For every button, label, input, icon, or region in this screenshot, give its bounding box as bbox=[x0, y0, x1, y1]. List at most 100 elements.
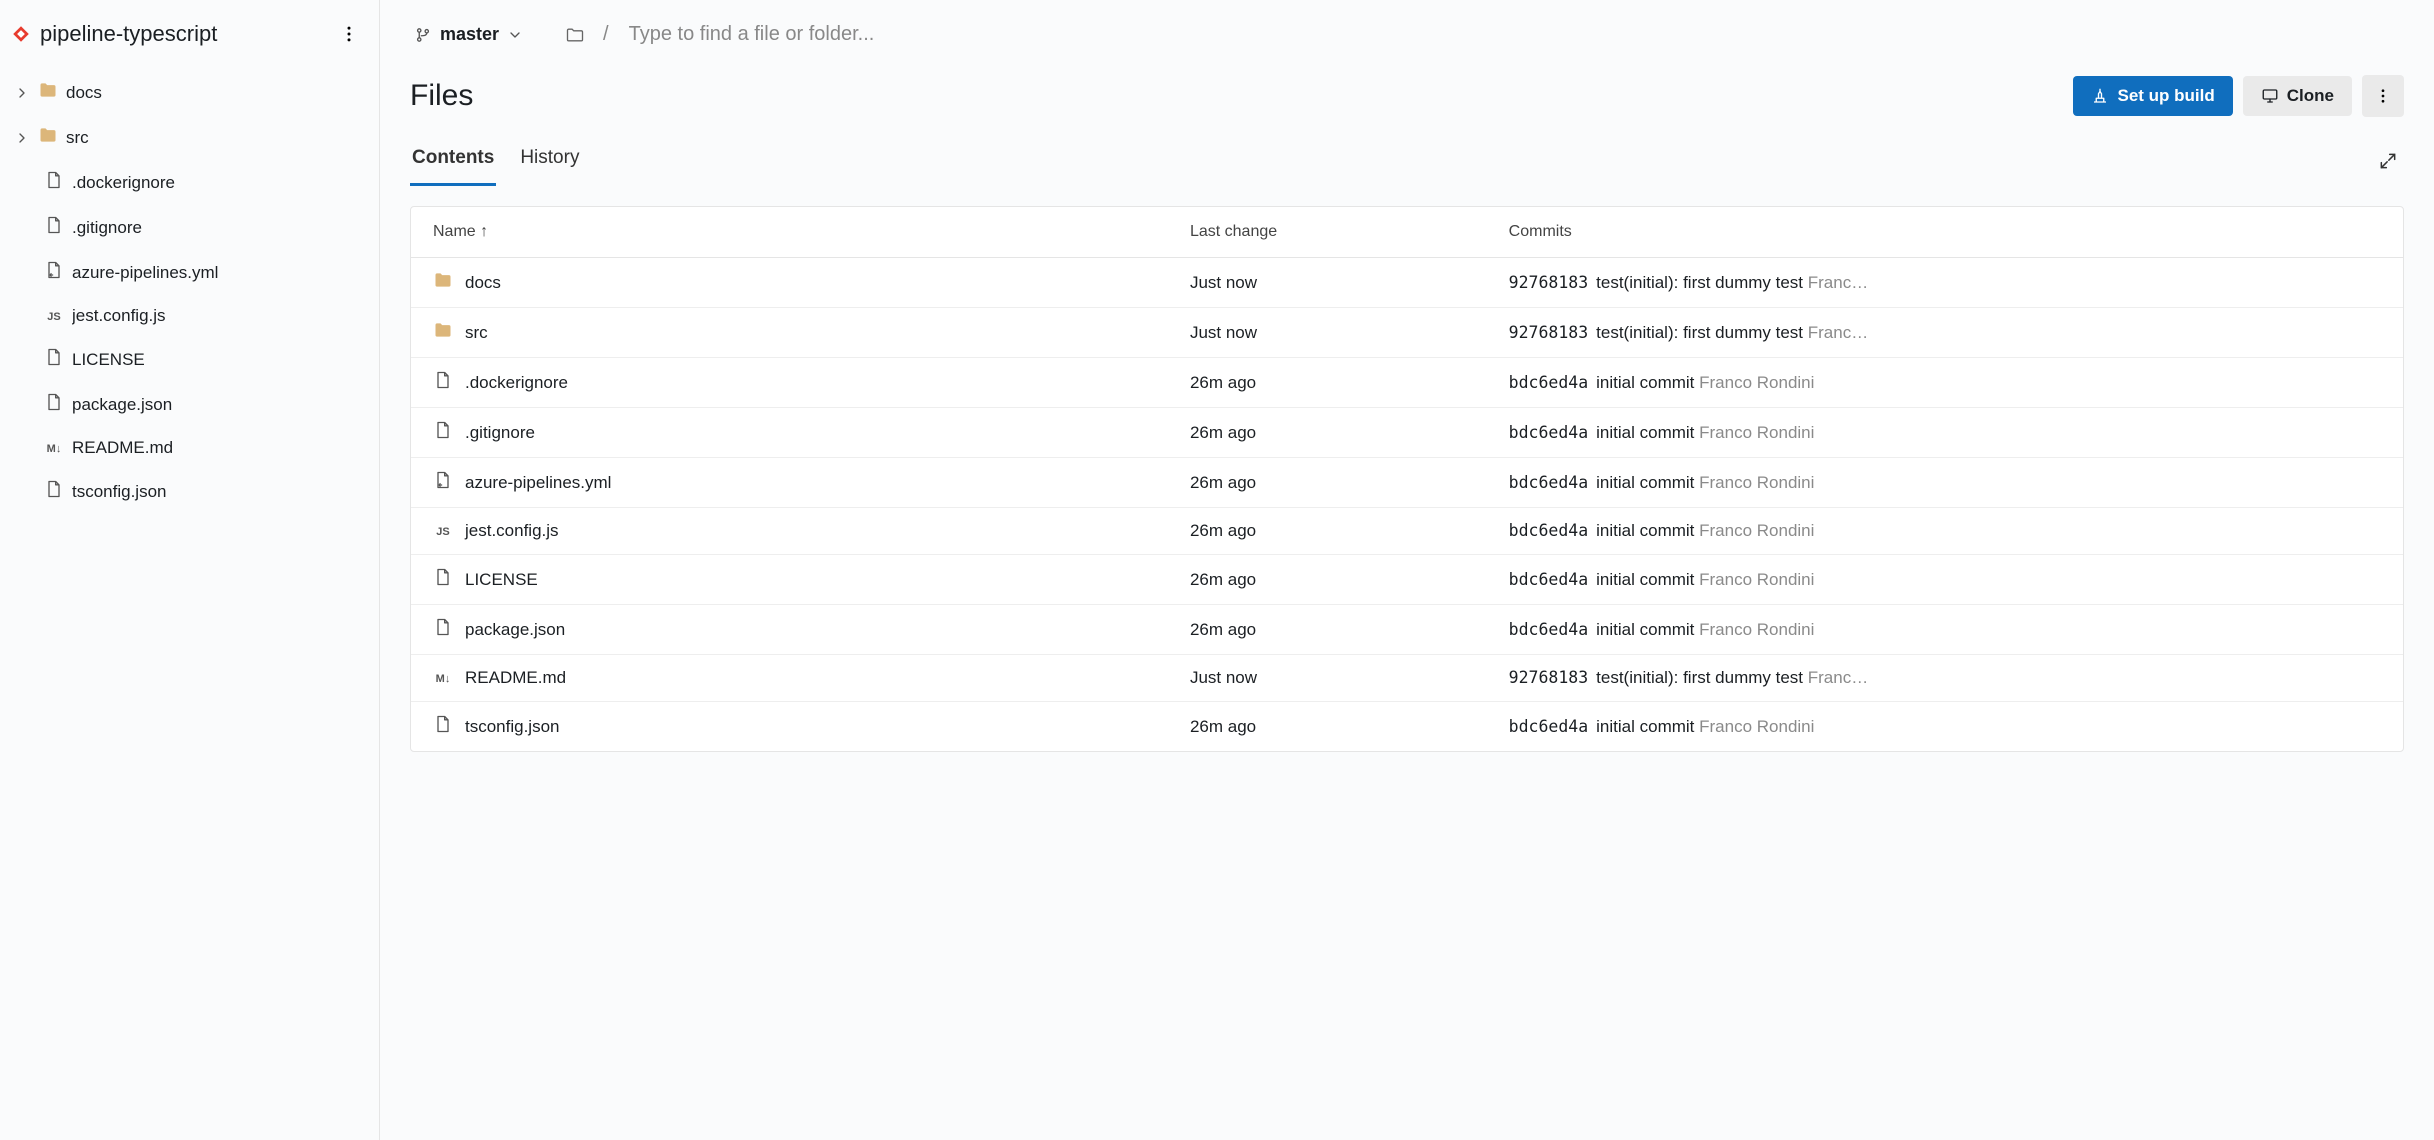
table-row[interactable]: JSjest.config.js26m agobdc6ed4ainitial c… bbox=[411, 508, 2403, 555]
file-icon: JS bbox=[433, 520, 453, 542]
table-row[interactable]: srcJust now92768183test(initial): first … bbox=[411, 308, 2403, 358]
file-icon bbox=[44, 215, 64, 240]
tree-item[interactable]: .dockerignore bbox=[8, 160, 371, 205]
page-actions: Set up build Clone bbox=[2073, 75, 2404, 117]
tab-history[interactable]: History bbox=[518, 135, 581, 186]
commit-hash[interactable]: 92768183 bbox=[1509, 668, 1588, 687]
more-vert-icon bbox=[339, 24, 359, 44]
commit-hash[interactable]: bdc6ed4a bbox=[1509, 570, 1588, 589]
file-icon bbox=[44, 170, 64, 195]
commit-message: initial commit Franco Rondini bbox=[1596, 620, 1814, 640]
commit-hash[interactable]: bdc6ed4a bbox=[1509, 717, 1588, 736]
file-icon bbox=[433, 370, 453, 395]
commit-author: Franco Rondini bbox=[1699, 373, 1814, 392]
col-header-name[interactable]: Name bbox=[411, 207, 1168, 258]
sidebar-more-button[interactable] bbox=[333, 18, 365, 50]
file-icon bbox=[433, 470, 453, 495]
tabs: Contents History bbox=[410, 135, 581, 186]
branch-name: master bbox=[440, 24, 499, 45]
page-more-button[interactable] bbox=[2362, 75, 2404, 117]
commit-hash[interactable]: bdc6ed4a bbox=[1509, 423, 1588, 442]
file-name: tsconfig.json bbox=[465, 717, 560, 737]
tree-item[interactable]: .gitignore bbox=[8, 205, 371, 250]
table-row[interactable]: LICENSE26m agobdc6ed4ainitial commit Fra… bbox=[411, 555, 2403, 605]
sidebar-header: pipeline-typescript bbox=[0, 0, 379, 64]
chevron-right-icon bbox=[14, 130, 30, 146]
tree-item[interactable]: azure-pipelines.yml bbox=[8, 250, 371, 295]
repo-name: pipeline-typescript bbox=[40, 21, 217, 47]
commit-hash[interactable]: bdc6ed4a bbox=[1509, 373, 1588, 392]
file-name: azure-pipelines.yml bbox=[465, 473, 611, 493]
file-name: src bbox=[465, 323, 488, 343]
tree-item-label: .dockerignore bbox=[72, 173, 175, 193]
table-row[interactable]: .dockerignore26m agobdc6ed4ainitial comm… bbox=[411, 358, 2403, 408]
col-header-last-change[interactable]: Last change bbox=[1168, 207, 1487, 258]
file-name: docs bbox=[465, 273, 501, 293]
file-icon: M↓ bbox=[433, 667, 453, 689]
commit-hash[interactable]: bdc6ed4a bbox=[1509, 473, 1588, 492]
repo-title[interactable]: pipeline-typescript bbox=[10, 21, 217, 47]
clone-button[interactable]: Clone bbox=[2243, 76, 2352, 116]
folder-icon bbox=[433, 270, 453, 295]
tree-item-label: azure-pipelines.yml bbox=[72, 263, 218, 283]
commit-message: initial commit Franco Rondini bbox=[1596, 373, 1814, 393]
table-row[interactable]: package.json26m agobdc6ed4ainitial commi… bbox=[411, 605, 2403, 655]
table-row[interactable]: tsconfig.json26m agobdc6ed4ainitial comm… bbox=[411, 702, 2403, 752]
tabs-row: Contents History bbox=[380, 135, 2434, 186]
table-row[interactable]: docsJust now92768183test(initial): first… bbox=[411, 258, 2403, 308]
commit-hash[interactable]: 92768183 bbox=[1509, 273, 1588, 292]
table-row[interactable]: M↓README.mdJust now92768183test(initial)… bbox=[411, 655, 2403, 702]
tree-item-label: README.md bbox=[72, 438, 173, 458]
branch-icon bbox=[414, 26, 432, 44]
file-icon bbox=[44, 479, 64, 504]
more-vert-icon bbox=[2374, 87, 2392, 105]
file-name: .gitignore bbox=[465, 423, 535, 443]
commit-author: Franco Rondini bbox=[1699, 620, 1814, 639]
chevron-down-icon bbox=[507, 27, 523, 43]
commit-hash[interactable]: bdc6ed4a bbox=[1509, 620, 1588, 639]
last-change: 26m ago bbox=[1168, 605, 1487, 655]
col-header-commits[interactable]: Commits bbox=[1487, 207, 2403, 258]
tree-item[interactable]: tsconfig.json bbox=[8, 469, 371, 514]
path-search-input[interactable] bbox=[627, 19, 2404, 50]
setup-build-button[interactable]: Set up build bbox=[2073, 76, 2232, 116]
file-name: jest.config.js bbox=[465, 521, 559, 541]
tree-item[interactable]: LICENSE bbox=[8, 337, 371, 382]
tab-contents[interactable]: Contents bbox=[410, 135, 496, 186]
tree-item-label: tsconfig.json bbox=[72, 482, 167, 502]
tree-item[interactable]: src bbox=[8, 115, 371, 160]
expand-icon bbox=[2378, 151, 2398, 171]
commit-hash[interactable]: bdc6ed4a bbox=[1509, 521, 1588, 540]
tree-item-label: LICENSE bbox=[72, 350, 145, 370]
commit-author: Franco Rondini bbox=[1699, 521, 1814, 540]
sidebar: pipeline-typescript docssrc .dockerignore… bbox=[0, 0, 380, 1140]
commit-hash[interactable]: 92768183 bbox=[1509, 323, 1588, 342]
main: master / Files Set up build Clone bbox=[380, 0, 2434, 1140]
tree-item[interactable]: JSjest.config.js bbox=[8, 295, 371, 337]
last-change: 26m ago bbox=[1168, 408, 1487, 458]
breadcrumb-separator: / bbox=[599, 23, 613, 46]
monitor-icon bbox=[2261, 87, 2279, 105]
fullscreen-button[interactable] bbox=[2372, 145, 2404, 177]
page-title: Files bbox=[410, 79, 473, 113]
file-icon: M↓ bbox=[44, 437, 64, 459]
breadcrumb-folder-icon bbox=[565, 25, 585, 45]
commit-message: test(initial): first dummy test Franc… bbox=[1596, 273, 1868, 293]
commit-message: initial commit Franco Rondini bbox=[1596, 423, 1814, 443]
heading-row: Files Set up build Clone bbox=[380, 61, 2434, 117]
branch-selector[interactable]: master bbox=[410, 18, 527, 51]
commit-message: initial commit Franco Rondini bbox=[1596, 570, 1814, 590]
file-name: README.md bbox=[465, 668, 566, 688]
repo-logo-icon bbox=[10, 23, 32, 45]
tree-item[interactable]: M↓ README.md bbox=[8, 427, 371, 469]
commit-author: Franc… bbox=[1808, 323, 1868, 342]
last-change: 26m ago bbox=[1168, 458, 1487, 508]
file-tree: docssrc .dockerignore .gitignore azure-pipe… bbox=[0, 64, 379, 522]
table-row[interactable]: azure-pipelines.yml26m agobdc6ed4ainitia… bbox=[411, 458, 2403, 508]
table-row[interactable]: .gitignore 26m ago bdc6ed4a initial commit … bbox=[411, 408, 2403, 458]
tree-item[interactable]: docs bbox=[8, 70, 371, 115]
tree-item[interactable]: package.json bbox=[8, 382, 371, 427]
build-icon bbox=[2091, 87, 2109, 105]
commit-author: Franco Rondini bbox=[1699, 423, 1814, 442]
commit-message: test(initial): first dummy test Franc… bbox=[1596, 668, 1868, 688]
